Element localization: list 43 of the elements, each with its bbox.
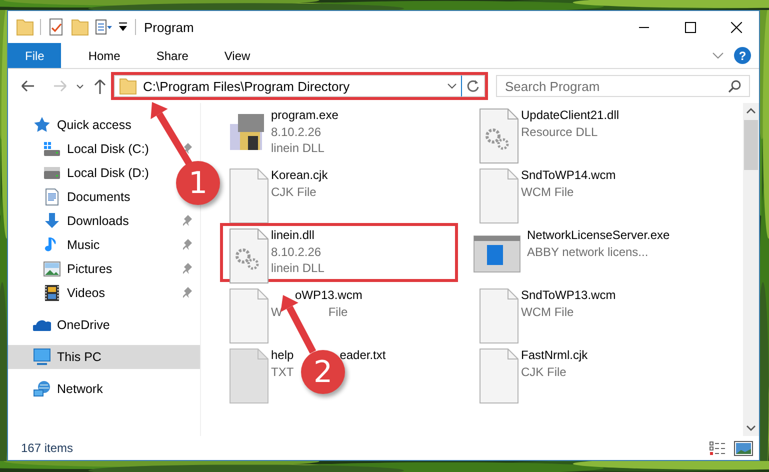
nav-item[interactable]: Local Disk (D:): [8, 161, 153, 185]
file-name: UpdateClient21.dll: [521, 107, 620, 124]
file-menu-tab[interactable]: File: [8, 43, 62, 68]
file-detail: 8.10.2.26: [271, 244, 322, 260]
nav-item[interactable]: Downloads: [8, 209, 133, 233]
file-detail: WCM File: [521, 184, 574, 200]
item-count: 167 items: [21, 441, 74, 455]
nav-item[interactable]: Network: [8, 377, 107, 401]
nav-item[interactable]: Videos: [8, 281, 109, 305]
file-name: program.exe: [271, 107, 338, 124]
file-name: linein.dll: [271, 227, 314, 244]
help-button[interactable]: ?: [734, 47, 751, 64]
nav-item[interactable]: Music: [8, 233, 104, 257]
search-field[interactable]: Search Program: [496, 75, 750, 97]
nav-item[interactable]: Documents: [8, 185, 134, 209]
file-detail: ABBY network licens...: [527, 244, 648, 260]
file-name: Korean.cjk: [271, 167, 328, 184]
file-detail: W: [271, 304, 282, 320]
ribbon-tab[interactable]: Share: [141, 43, 204, 68]
file-name: FastNrml.cjk: [521, 347, 588, 364]
file-name: help: [271, 347, 294, 364]
address-field[interactable]: C:\Program Files\Program Directory: [114, 75, 461, 97]
file-detail: Resource DLL: [521, 124, 598, 140]
nav-item[interactable]: Quick access: [8, 113, 136, 137]
file-detail: WCM File: [521, 304, 574, 320]
nav-item[interactable]: Local Disk (C:): [8, 137, 153, 161]
file-detail: File: [328, 304, 348, 320]
ribbon-tab[interactable]: View: [209, 43, 266, 68]
file-name: SndToWP13.wcm: [521, 287, 616, 304]
nav-item[interactable]: OneDrive: [8, 313, 114, 337]
file-detail: TXT: [271, 364, 294, 380]
nav-item[interactable]: This PC: [8, 345, 200, 369]
file-detail: linein DLL: [271, 140, 324, 156]
file-name: oWP13.wcm: [295, 287, 362, 304]
nav-item[interactable]: Pictures: [8, 257, 116, 281]
file-name: NetworkLicenseServer.exe: [527, 227, 670, 244]
file-detail: 8.10.2.26: [271, 124, 322, 140]
file-detail: linein DLL: [271, 260, 324, 276]
window-title: Program: [144, 20, 194, 34]
file-detail: CJK File: [521, 364, 566, 380]
file-name: SndToWP14.wcm: [521, 167, 616, 184]
ribbon-tab[interactable]: Home: [73, 43, 136, 68]
file-detail: CJK File: [271, 184, 316, 200]
